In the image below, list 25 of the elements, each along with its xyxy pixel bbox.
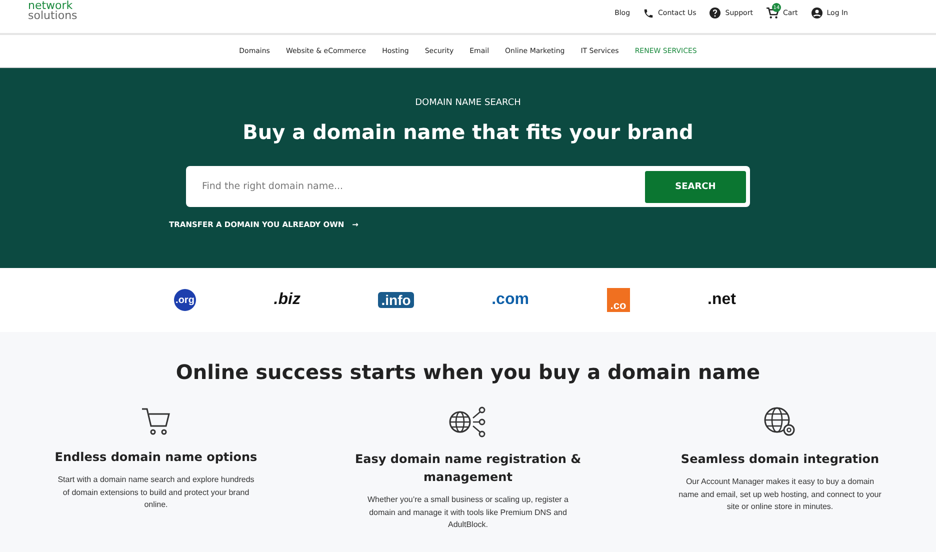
section-title: Online success starts when you buy a domain name bbox=[176, 360, 760, 384]
extension-logo: .info bbox=[378, 292, 414, 308]
user-icon bbox=[810, 7, 823, 19]
globe-gear-icon bbox=[763, 406, 797, 438]
extension-logo: .biz bbox=[274, 291, 300, 309]
hero-title: Buy a domain name that fits your brand bbox=[242, 120, 694, 144]
section-label: DOMAIN NAME SEARCH bbox=[415, 98, 521, 108]
help-icon bbox=[709, 7, 722, 19]
cart-icon bbox=[141, 406, 171, 436]
feature-title: Endless domain name options bbox=[54, 449, 258, 466]
globe-network-icon bbox=[449, 406, 487, 438]
extension-logo: .com bbox=[492, 291, 529, 309]
feature-description: Our Account Manager makes it easy to buy a domain name and email, set up web hosting, and connect to your site or online store in minutes. bbox=[678, 476, 882, 513]
search-button[interactable]: SEARCH bbox=[645, 170, 746, 202]
cart-icon bbox=[766, 7, 779, 19]
feature-title: Easy domain name registration & management bbox=[354, 451, 582, 486]
extension-logo: .org bbox=[174, 289, 196, 311]
domain-search-field[interactable]: Find the right domain name... SEARCH bbox=[186, 166, 750, 207]
feature-title: Seamless domain integration bbox=[680, 451, 880, 468]
feature-description: Start with a domain name search and explore hundreds of domain extensions to build and protect your brand online. bbox=[56, 474, 256, 511]
extension-logo: .co bbox=[606, 288, 630, 312]
feature-description: Whether you’re a small business or scaling up, register a domain and manage it with tools like Premium DNS and AdultBlock. bbox=[366, 494, 570, 531]
phone-icon bbox=[643, 8, 654, 18]
extension-logo: .net bbox=[708, 291, 736, 309]
logo[interactable]: network solutions bbox=[28, 1, 78, 21]
